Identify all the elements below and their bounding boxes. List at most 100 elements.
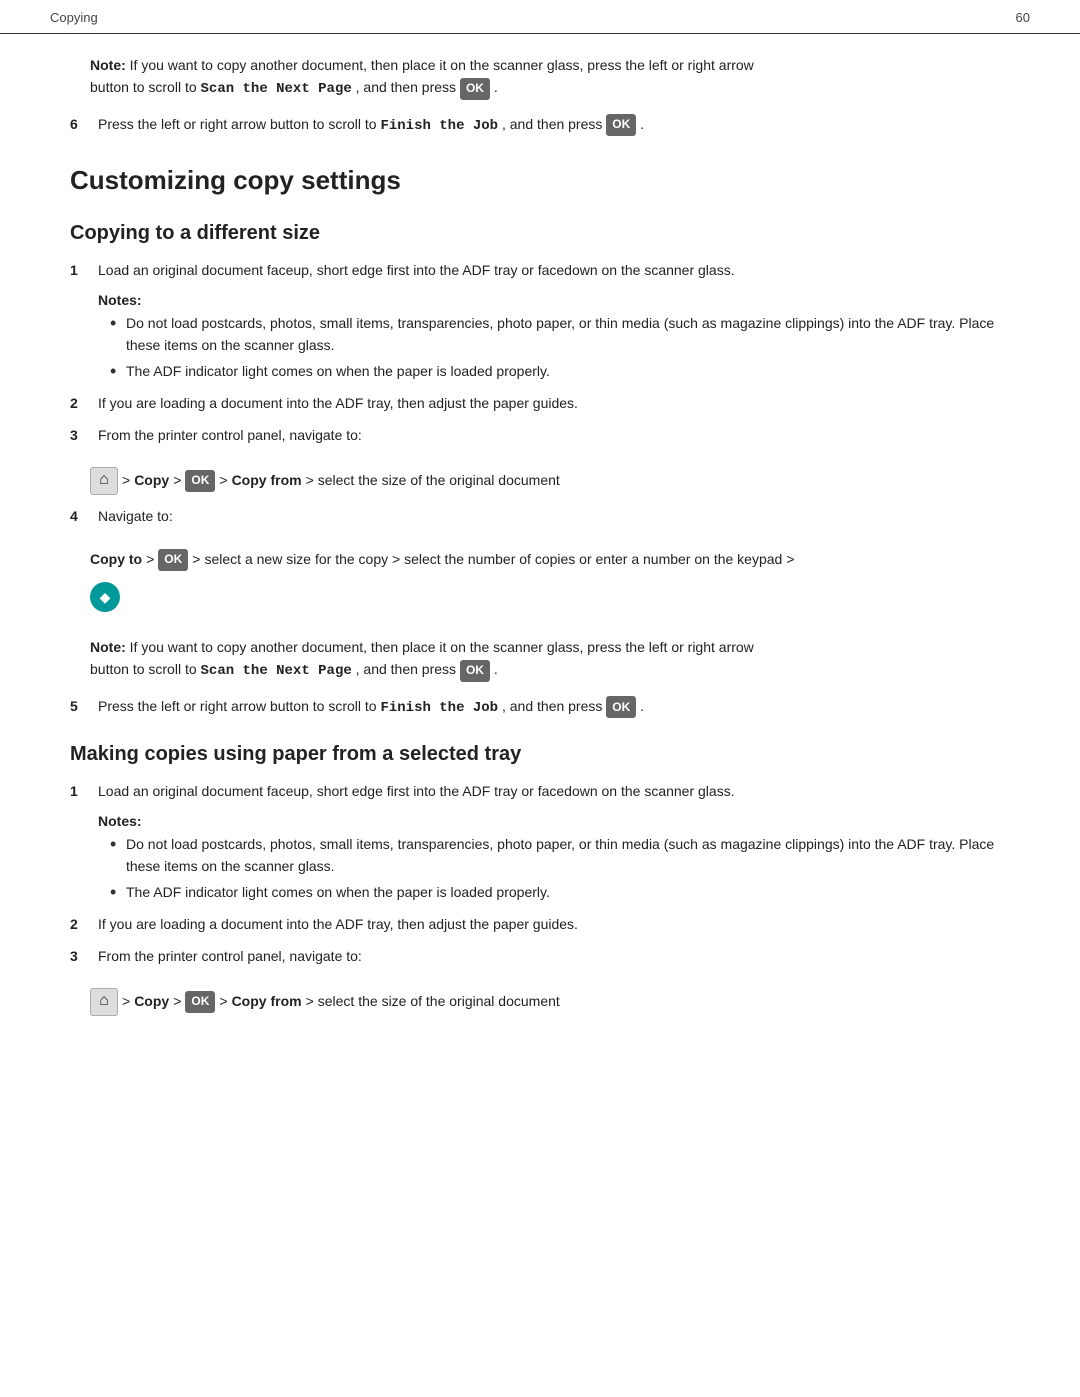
pt-nav3-arrow-3: >	[219, 989, 227, 1014]
copy-size-note-1-text: Do not load postcards, photos, small ite…	[126, 312, 1010, 357]
copy-size-step5-suffix: , and then press	[502, 698, 602, 714]
copy-size-step5-command: Finish the Job	[380, 700, 498, 716]
nav3-arrow-2: >	[173, 468, 181, 493]
step-6-number: 6	[70, 113, 98, 137]
nav4-arrow-1: >	[146, 547, 154, 572]
pt-nav3-copy-from-label: Copy from	[232, 989, 302, 1014]
intro-note-line2-suffix: , and then press	[356, 79, 456, 95]
nav4-suffix: select a new size for the copy > select …	[204, 547, 794, 572]
copy-size-note2-line2-suffix: , and then press	[356, 661, 456, 677]
nav3-copy-label: Copy	[134, 468, 169, 493]
copy-size-scan-next-page: Scan the Next Page	[201, 663, 352, 679]
paper-tray-step2: 2 If you are loading a document into the…	[70, 913, 1010, 935]
bullet-dot-1: •	[110, 312, 126, 335]
copy-size-nav4-line1: Copy to > OK > select a new size for the…	[90, 547, 794, 572]
copy-size-step4-text: Navigate to:	[98, 505, 1010, 527]
paper-tray-notes-list: • Do not load postcards, photos, small i…	[98, 833, 1010, 905]
paper-tray-step1: 1 Load an original document faceup, shor…	[70, 780, 1010, 802]
copy-size-nav4-diamond: ◆	[90, 582, 120, 612]
paper-tray-notes: Notes: • Do not load postcards, photos, …	[70, 813, 1010, 905]
paper-tray-step2-text: If you are loading a document into the A…	[98, 913, 1010, 935]
ok-button-note2: OK	[460, 660, 490, 682]
paper-tray-note-2: • The ADF indicator light comes on when …	[110, 881, 1010, 904]
nav3-arrow-4: >	[306, 468, 314, 493]
copy-size-note2-block: Note: If you want to copy another docume…	[70, 636, 1010, 683]
paper-tray-note-1: • Do not load postcards, photos, small i…	[110, 833, 1010, 878]
step-6-suffix: , and then press	[502, 116, 602, 132]
paper-tray-step3: 3 From the printer control panel, naviga…	[70, 945, 1010, 967]
copy-size-nav3: ⌂ > Copy > OK > Copy from > select the s…	[70, 457, 1010, 505]
nav3-suffix: select the size of the original document	[318, 468, 560, 493]
ok-button-step6: OK	[606, 114, 636, 136]
copy-size-step2-text: If you are loading a document into the A…	[98, 392, 1010, 414]
step-6-content: Press the left or right arrow button to …	[98, 113, 1010, 137]
copy-size-step2: 2 If you are loading a document into the…	[70, 392, 1010, 414]
copy-size-note2-text: If you want to copy another document, th…	[130, 639, 754, 655]
paper-tray-step3-number: 3	[70, 945, 98, 967]
copy-size-step1-text: Load an original document faceup, short …	[98, 259, 1010, 281]
intro-note-text: If you want to copy another document, th…	[130, 57, 754, 73]
copy-size-step5-content: Press the left or right arrow button to …	[98, 695, 1010, 719]
bullet-dot-pt2: •	[110, 881, 126, 904]
paper-tray-step1-number: 1	[70, 780, 98, 802]
ok-button-intro: OK	[460, 78, 490, 100]
copy-size-note2-label: Note:	[90, 639, 126, 655]
pt-nav3-copy-label: Copy	[134, 989, 169, 1014]
copy-size-step2-number: 2	[70, 392, 98, 414]
paper-tray-notes-label: Notes:	[98, 813, 1010, 829]
nav3-arrow-3: >	[219, 468, 227, 493]
copy-size-step1: 1 Load an original document faceup, shor…	[70, 259, 1010, 281]
section-main-title: Customizing copy settings	[70, 165, 1010, 198]
header-page-number: 60	[1016, 10, 1030, 25]
nav4-arrow-2: >	[192, 547, 200, 572]
copy-size-step4: 4 Navigate to:	[70, 505, 1010, 527]
copy-size-step4-number: 4	[70, 505, 98, 527]
bullet-dot-pt1: •	[110, 833, 126, 856]
copy-size-note-1: • Do not load postcards, photos, small i…	[110, 312, 1010, 357]
copy-size-step3-text: From the printer control panel, navigate…	[98, 424, 1010, 446]
copy-size-note-2-text: The ADF indicator light comes on when th…	[126, 360, 550, 382]
copy-size-note-2: • The ADF indicator light comes on when …	[110, 360, 1010, 383]
step-6-command: Finish the Job	[380, 118, 498, 134]
home-icon-nav3-pt: ⌂	[90, 988, 118, 1016]
copy-size-step1-number: 1	[70, 259, 98, 281]
ok-button-nav4: OK	[158, 549, 188, 571]
nav4-copy-to-label: Copy to	[90, 547, 142, 572]
page-content: Note: If you want to copy another docume…	[0, 54, 1080, 1066]
ok-button-nav3: OK	[185, 470, 215, 492]
copy-size-note2-line2-prefix: button to scroll to	[90, 661, 197, 677]
copy-size-note2-period: .	[494, 661, 498, 677]
diamond-icon: ◆	[90, 582, 120, 612]
section-paper-tray-title: Making copies using paper from a selecte…	[70, 743, 1010, 766]
paper-tray-note-2-text: The ADF indicator light comes on when th…	[126, 881, 550, 903]
step-6-text: Press the left or right arrow button to …	[98, 116, 377, 132]
intro-scan-next-page: Scan the Next Page	[201, 81, 352, 97]
paper-tray-step3-text: From the printer control panel, navigate…	[98, 945, 1010, 967]
intro-period: .	[494, 79, 498, 95]
pt-nav3-suffix: select the size of the original document	[318, 989, 560, 1014]
nav3-arrow-1: >	[122, 468, 130, 493]
copy-size-step5-text: Press the left or right arrow button to …	[98, 698, 377, 714]
pt-nav3-arrow-4: >	[306, 989, 314, 1014]
paper-tray-note-1-text: Do not load postcards, photos, small ite…	[126, 833, 1010, 878]
ok-button-pt-nav3: OK	[185, 991, 215, 1013]
copy-size-step3-number: 3	[70, 424, 98, 446]
home-icon-nav3: ⌂	[90, 467, 118, 495]
nav3-copy-from-label: Copy from	[232, 468, 302, 493]
copy-size-notes: Notes: • Do not load postcards, photos, …	[70, 292, 1010, 384]
bullet-dot-2: •	[110, 360, 126, 383]
copy-size-notes-list: • Do not load postcards, photos, small i…	[98, 312, 1010, 384]
copy-size-step3: 3 From the printer control panel, naviga…	[70, 424, 1010, 446]
paper-tray-step1-text: Load an original document faceup, short …	[98, 780, 1010, 802]
copy-size-step5-period: .	[640, 698, 644, 714]
pt-nav3-arrow-2: >	[173, 989, 181, 1014]
paper-tray-nav3: ⌂ > Copy > OK > Copy from > select the s…	[70, 978, 1010, 1026]
page: Copying 60 Note: If you want to copy ano…	[0, 0, 1080, 1397]
copy-size-nav4: Copy to > OK > select a new size for the…	[70, 537, 1010, 622]
pt-nav3-arrow-1: >	[122, 989, 130, 1014]
step-6-period: .	[640, 116, 644, 132]
ok-button-step5: OK	[606, 696, 636, 718]
intro-note-line2-prefix: button to scroll to	[90, 79, 197, 95]
section-copy-size-title: Copying to a different size	[70, 222, 1010, 245]
step-6-item: 6 Press the left or right arrow button t…	[70, 113, 1010, 137]
